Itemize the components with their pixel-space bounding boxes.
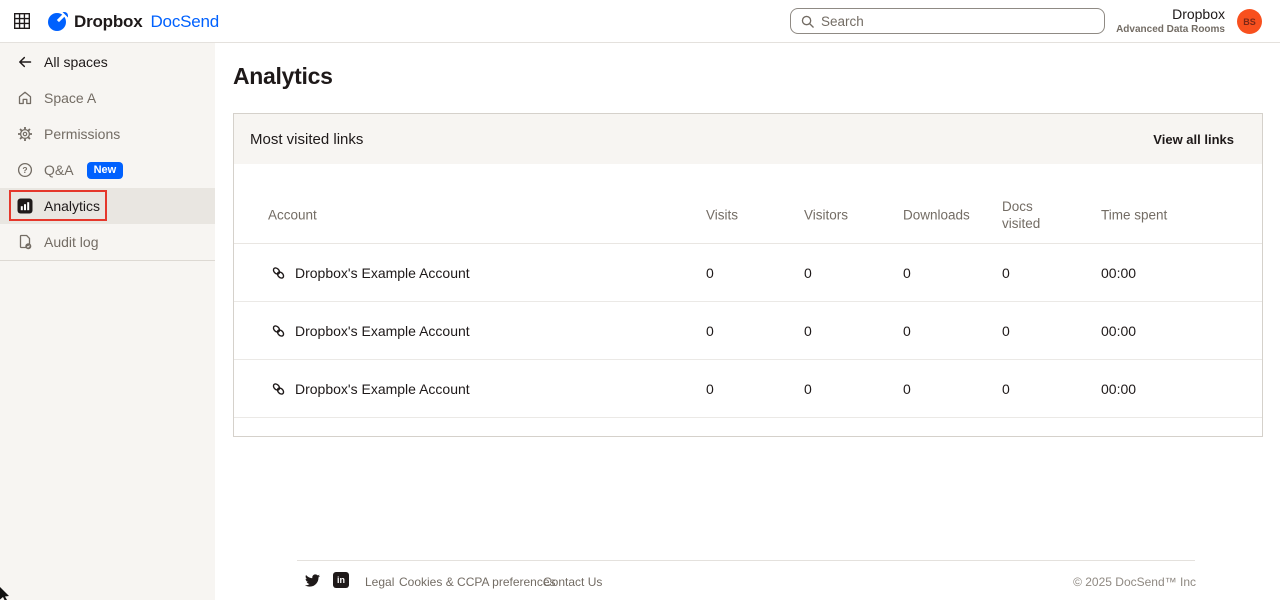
downloads-value: 0 [903, 381, 911, 397]
account-org: Dropbox [1116, 6, 1225, 24]
copyright-text: © 2025 DocSend™ Inc [1073, 575, 1196, 589]
sidebar-item-label: Audit log [44, 234, 98, 250]
arrow-left-icon [16, 54, 33, 71]
brand-product: DocSend [150, 12, 219, 32]
time-spent-value: 00:00 [1101, 265, 1191, 281]
sidebar: All spaces Space A Per [0, 43, 215, 600]
top-header: Dropbox DocSend Dropbox Advanced Data Ro… [0, 0, 1280, 43]
audit-log-icon [16, 234, 33, 251]
mouse-cursor [0, 587, 10, 605]
new-badge: New [87, 162, 124, 179]
account-name[interactable]: Dropbox's Example Account [295, 381, 470, 397]
column-header-time-spent: Time spent [1101, 208, 1191, 225]
docsend-analytics-page: Dropbox DocSend Dropbox Advanced Data Ro… [0, 0, 1280, 600]
sidebar-item-label: Space A [44, 90, 96, 106]
bar-chart-icon [16, 198, 33, 215]
footer-link-legal[interactable]: Legal [365, 575, 394, 589]
docsend-logo-icon [48, 12, 68, 32]
account-name[interactable]: Dropbox's Example Account [295, 323, 470, 339]
column-header-docs-visited: Docs visited [1002, 199, 1054, 233]
sidebar-item-audit-log[interactable]: Audit log [0, 224, 215, 260]
sidebar-item-qa[interactable]: ? Q&A New [0, 152, 215, 188]
docs-visited-value: 0 [1002, 323, 1054, 339]
page-title: Analytics [233, 63, 333, 90]
visits-value: 0 [706, 323, 714, 339]
footer-divider [297, 560, 1195, 561]
avatar[interactable]: BS [1237, 9, 1262, 34]
sidebar-item-space-a[interactable]: Space A [0, 80, 215, 116]
footer-link-contact-us[interactable]: Contact Us [543, 575, 602, 589]
account-name[interactable]: Dropbox's Example Account [295, 265, 470, 281]
time-spent-value: 00:00 [1101, 381, 1191, 397]
brand-logo[interactable]: Dropbox DocSend [48, 0, 219, 43]
sidebar-item-label: All spaces [44, 54, 108, 70]
link-icon [270, 380, 287, 397]
sidebar-item-permissions[interactable]: Permissions [0, 116, 215, 152]
visitors-value: 0 [804, 265, 812, 281]
sidebar-divider [0, 260, 215, 261]
svg-text:?: ? [22, 165, 27, 175]
brand-name: Dropbox [74, 12, 142, 32]
sidebar-item-all-spaces[interactable]: All spaces [0, 44, 215, 80]
app-grid-icon[interactable] [13, 12, 31, 30]
account-plan: Advanced Data Rooms [1116, 24, 1225, 37]
table-row[interactable]: Dropbox's Example Account 0 0 0 0 00:00 [234, 360, 1262, 418]
view-all-links-button[interactable]: View all links [1153, 132, 1234, 147]
column-header-account: Account [268, 208, 317, 225]
card-title: Most visited links [250, 131, 363, 148]
sidebar-nav: All spaces Space A Per [0, 43, 215, 261]
link-icon [270, 264, 287, 281]
docs-visited-value: 0 [1002, 265, 1054, 281]
docs-visited-value: 0 [1002, 381, 1054, 397]
sidebar-item-label: Permissions [44, 126, 120, 142]
gear-icon [16, 126, 33, 143]
search-bar[interactable] [790, 8, 1105, 34]
most-visited-links-card: Most visited links View all links Accoun… [233, 113, 1263, 437]
account-plan-label: Dropbox Advanced Data Rooms [1116, 6, 1225, 36]
visits-value: 0 [706, 381, 714, 397]
search-input[interactable] [821, 14, 1104, 29]
sidebar-item-analytics[interactable]: Analytics [0, 188, 215, 224]
visitors-value: 0 [804, 381, 812, 397]
column-header-visits: Visits [706, 208, 738, 225]
time-spent-value: 00:00 [1101, 323, 1191, 339]
twitter-icon[interactable] [305, 574, 320, 587]
table-row[interactable]: Dropbox's Example Account 0 0 0 0 00:00 [234, 302, 1262, 360]
home-icon [16, 90, 33, 107]
linkedin-icon[interactable]: in [333, 572, 349, 588]
question-circle-icon: ? [16, 162, 33, 179]
visitors-value: 0 [804, 323, 812, 339]
card-header: Most visited links View all links [234, 114, 1262, 164]
link-icon [270, 322, 287, 339]
sidebar-item-label: Q&A [44, 162, 74, 178]
downloads-value: 0 [903, 323, 911, 339]
sidebar-item-label: Analytics [44, 198, 100, 214]
column-header-downloads: Downloads [903, 208, 970, 225]
visits-value: 0 [706, 265, 714, 281]
downloads-value: 0 [903, 265, 911, 281]
footer-link-cookies[interactable]: Cookies & CCPA preferences [399, 575, 556, 589]
search-icon [800, 14, 815, 29]
table-header-row: Account Visits Visitors Downloads Docs v… [234, 164, 1262, 244]
table-row[interactable]: Dropbox's Example Account 0 0 0 0 00:00 [234, 244, 1262, 302]
column-header-visitors: Visitors [804, 208, 848, 225]
